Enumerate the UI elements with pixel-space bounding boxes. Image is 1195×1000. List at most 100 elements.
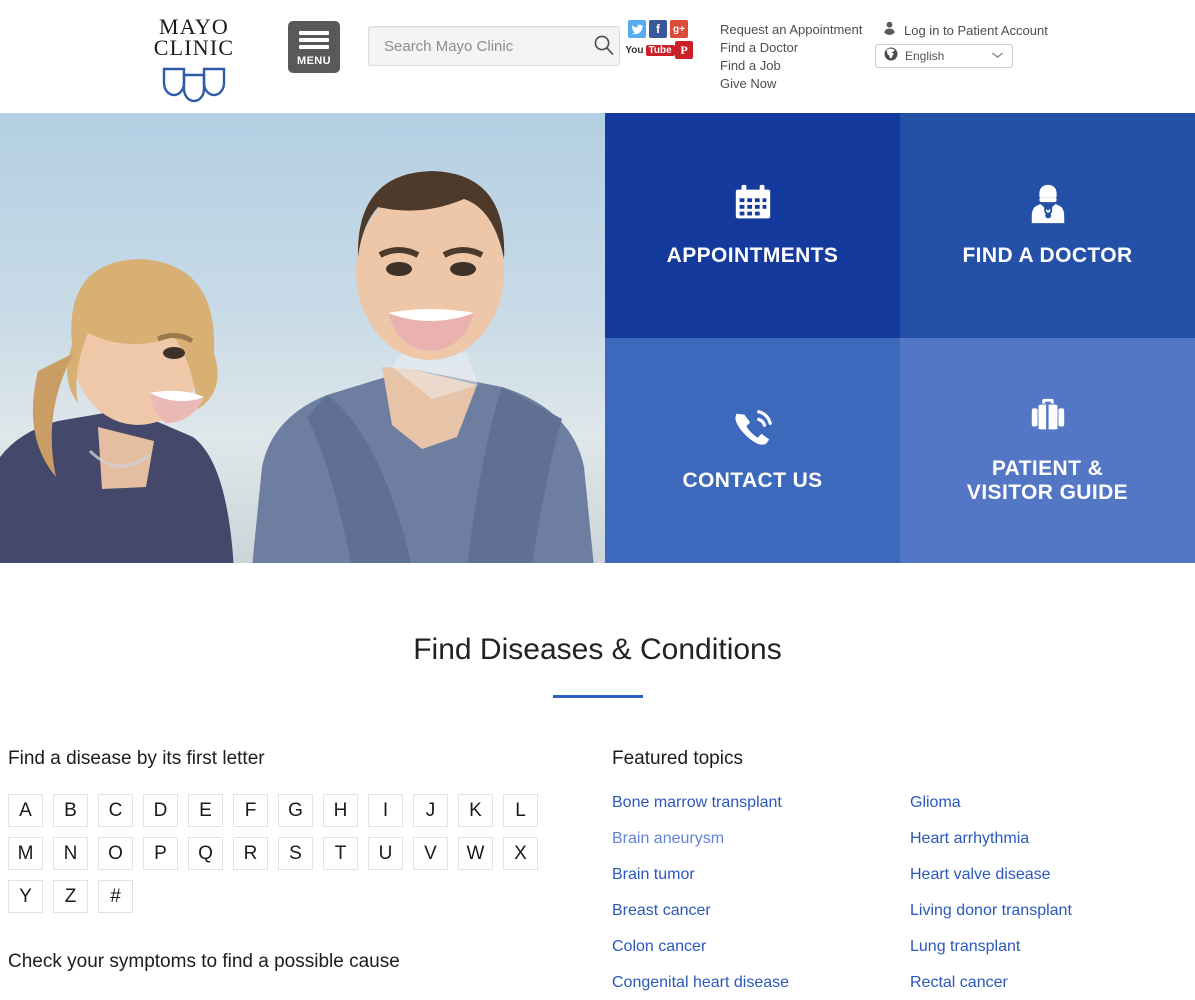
featured-topic-link[interactable]: Congenital heart disease — [612, 974, 910, 992]
menu-button[interactable]: MENU — [288, 21, 340, 73]
alphabet-button-w[interactable]: W — [458, 837, 493, 870]
tile-contact-us-label: CONTACT US — [682, 469, 823, 492]
symptom-checker-line: Check your symptoms to find a possible c… — [8, 951, 400, 972]
search-bar[interactable] — [368, 26, 620, 66]
language-selector[interactable]: English — [875, 44, 1013, 68]
youtube-you-text: You — [625, 44, 644, 56]
featured-topic-link[interactable]: Breast cancer — [612, 902, 910, 920]
alphabet-button-a[interactable]: A — [8, 794, 43, 827]
hero-section: Pablo APPOI — [0, 113, 1195, 563]
youtube-icon[interactable]: You Tube — [625, 41, 675, 59]
alphabet-button-k[interactable]: K — [458, 794, 493, 827]
logo-text-mayo: MAYO — [158, 14, 229, 39]
alphabet-button-n[interactable]: N — [53, 837, 88, 870]
featured-topic-link[interactable]: Brain tumor — [612, 866, 910, 884]
tile-patient-visitor-guide[interactable]: PATIENT & VISITOR GUIDE — [900, 338, 1195, 563]
tile-appointments-label: APPOINTMENTS — [666, 244, 839, 267]
alphabet-button-o[interactable]: O — [98, 837, 133, 870]
alphabet-button-b[interactable]: B — [53, 794, 88, 827]
featured-topic-link[interactable]: Rectal cancer — [910, 974, 1187, 992]
alphabet-button-s[interactable]: S — [278, 837, 313, 870]
alphabet-button-f[interactable]: F — [233, 794, 268, 827]
mayo-clinic-logo[interactable]: MAYO CLINIC — [148, 16, 240, 103]
patient-account-label: Log in to Patient Account — [904, 22, 1048, 38]
featured-topics-column-left: Featured topics Bone marrow transplant Br… — [612, 748, 910, 1000]
alphabet-button-h[interactable]: H — [323, 794, 358, 827]
calendar-icon — [732, 183, 774, 230]
link-find-a-doctor[interactable]: Find a Doctor — [720, 39, 862, 57]
hero-photo: Pablo — [0, 113, 605, 563]
alphabet-button-e[interactable]: E — [188, 794, 223, 827]
search-icon — [593, 34, 615, 59]
featured-topics-column-right: Glioma Heart arrhythmia Heart valve diseas… — [910, 748, 1187, 1000]
alphabet-button-q[interactable]: Q — [188, 837, 223, 870]
phone-ringing-icon — [731, 408, 775, 455]
language-selected-label: English — [905, 49, 945, 63]
alphabet-button-u[interactable]: U — [368, 837, 403, 870]
globe-icon — [884, 47, 898, 66]
search-input[interactable] — [369, 37, 589, 55]
tile-contact-us[interactable]: CONTACT US — [605, 338, 900, 563]
featured-topic-link[interactable]: Colon cancer — [612, 938, 910, 956]
featured-topic-link[interactable]: Heart valve disease — [910, 866, 1187, 884]
social-links: f g+ You Tube P — [625, 20, 694, 62]
featured-topic-link[interactable]: Heart arrhythmia — [910, 830, 1187, 848]
suitcase-icon — [1028, 396, 1068, 443]
facebook-icon[interactable]: f — [649, 20, 667, 38]
hamburger-icon — [299, 28, 329, 52]
alphabet-button-d[interactable]: D — [143, 794, 178, 827]
user-account-icon — [882, 20, 897, 40]
alphabet-button-i[interactable]: I — [368, 794, 403, 827]
doctor-icon — [1028, 183, 1068, 230]
hero-quick-action-tiles: APPOINTMENTS FIND A DOCTOR CONTACT US PA… — [605, 113, 1195, 563]
alphabet-button-hash[interactable]: # — [98, 880, 133, 913]
tile-appointments[interactable]: APPOINTMENTS — [605, 113, 900, 338]
alphabet-column: Find a disease by its first letter ABCDE… — [0, 748, 612, 1000]
alphabet-button-l[interactable]: L — [503, 794, 538, 827]
tile-find-a-doctor[interactable]: FIND A DOCTOR — [900, 113, 1195, 338]
featured-topics-heading: Featured topics — [612, 748, 743, 769]
tile-guide-line2: VISITOR GUIDE — [966, 481, 1129, 504]
patient-account-login[interactable]: Log in to Patient Account — [882, 20, 1048, 40]
header-quick-links: Request an Appointment Find a Doctor Fin… — [720, 21, 862, 93]
menu-button-label: MENU — [297, 54, 331, 67]
alphabet-button-m[interactable]: M — [8, 837, 43, 870]
featured-topic-link[interactable]: Brain aneurysm — [612, 830, 910, 848]
featured-topic-link[interactable]: Lung transplant — [910, 938, 1187, 956]
hero-person-man — [252, 171, 594, 563]
title-underline-rule — [552, 695, 643, 698]
alphabet-button-r[interactable]: R — [233, 837, 268, 870]
alphabet-button-y[interactable]: Y — [8, 880, 43, 913]
alphabet-button-v[interactable]: V — [413, 837, 448, 870]
featured-topics-heading-spacer — [910, 748, 1187, 770]
alphabet-button-t[interactable]: T — [323, 837, 358, 870]
find-columns: Find a disease by its first letter ABCDE… — [0, 748, 1195, 1000]
featured-topics-list-left: Bone marrow transplant Brain aneurysm Brai… — [612, 794, 910, 992]
alphabet-button-z[interactable]: Z — [53, 880, 88, 913]
google-plus-icon[interactable]: g+ — [670, 20, 688, 38]
featured-topic-link[interactable]: Bone marrow transplant — [612, 794, 910, 812]
logo-text-clinic: CLINIC — [153, 35, 235, 60]
alphabet-button-p[interactable]: P — [143, 837, 178, 870]
featured-topic-link[interactable]: Living donor transplant — [910, 902, 1187, 920]
link-give-now[interactable]: Give Now — [720, 75, 862, 93]
alphabet-button-c[interactable]: C — [98, 794, 133, 827]
twitter-icon[interactable] — [628, 20, 646, 38]
search-button[interactable] — [589, 27, 619, 65]
mayo-shields-logo — [148, 63, 240, 103]
site-header: MAYO CLINIC MENU Search Mayo Clinic f g+… — [0, 0, 1195, 113]
tile-guide-line1: PATIENT & — [991, 457, 1104, 480]
alphabet-button-j[interactable]: J — [413, 794, 448, 827]
page-title: Find Diseases & Conditions — [413, 633, 782, 666]
youtube-tube-text: Tube — [645, 44, 675, 56]
pinterest-icon[interactable]: P — [675, 41, 693, 59]
featured-topic-link[interactable]: Glioma — [910, 794, 1187, 812]
alphabet-button-g[interactable]: G — [278, 794, 313, 827]
featured-topics-list-right: Glioma Heart arrhythmia Heart valve diseas… — [910, 794, 1187, 992]
alphabet-button-x[interactable]: X — [503, 837, 538, 870]
chevron-down-icon — [991, 47, 1004, 65]
link-find-a-job[interactable]: Find a Job — [720, 57, 862, 75]
tile-find-a-doctor-label: FIND A DOCTOR — [962, 244, 1133, 267]
hero-person-woman — [0, 259, 234, 563]
link-request-appointment[interactable]: Request an Appointment — [720, 21, 862, 39]
